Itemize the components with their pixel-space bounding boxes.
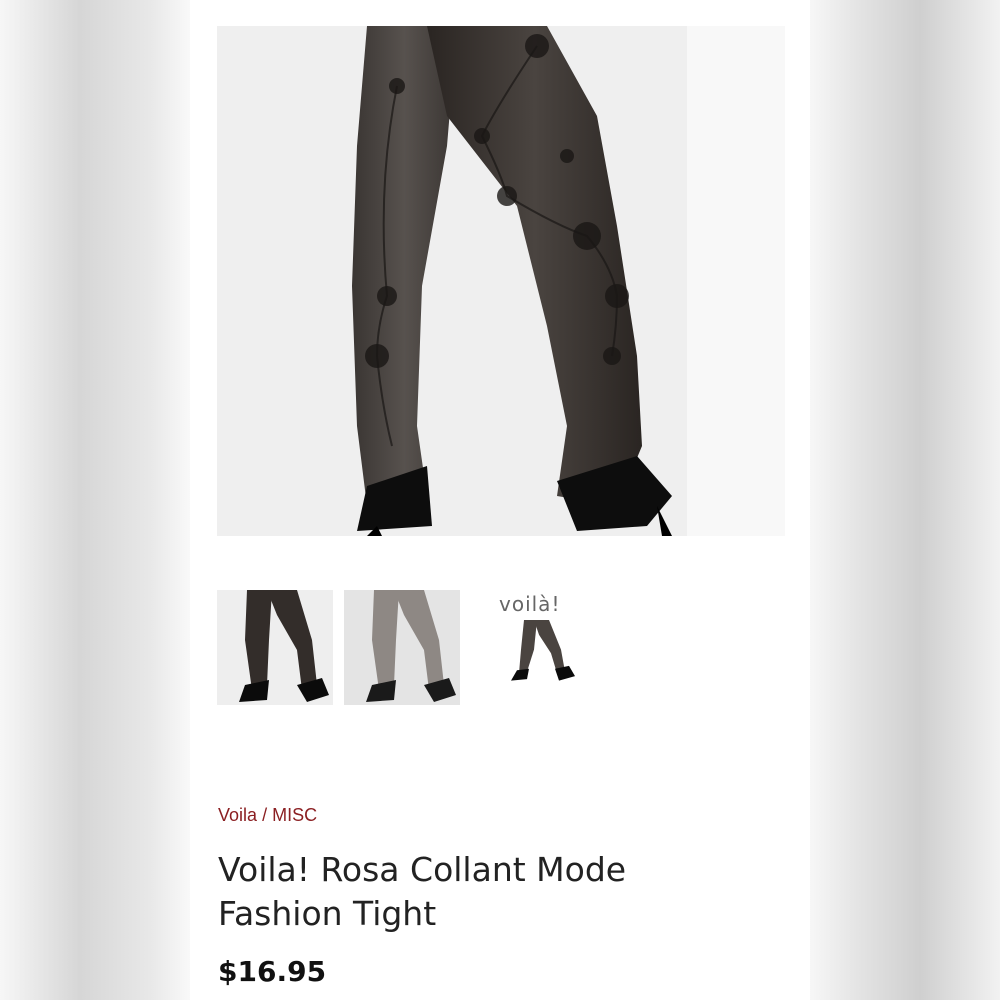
product-price: $16.95 [218, 955, 327, 988]
thumbnail-brand-image[interactable]: voilà! [489, 590, 589, 705]
thumbnail-black-floral-tights[interactable] [217, 590, 333, 705]
breadcrumb-category-link[interactable]: MISC [272, 805, 317, 825]
thumbnail-grey-floral-tights[interactable] [344, 590, 460, 705]
breadcrumb: Voila / MISC [218, 805, 317, 826]
product-title: Voila! Rosa Collant Mode Fashion Tight [218, 850, 627, 933]
breadcrumb-brand-link[interactable]: Voila [218, 805, 257, 825]
product-main-image[interactable] [217, 26, 785, 536]
breadcrumb-separator: / [262, 805, 268, 825]
thumbnail-brand-logo: voilà! [499, 592, 561, 616]
